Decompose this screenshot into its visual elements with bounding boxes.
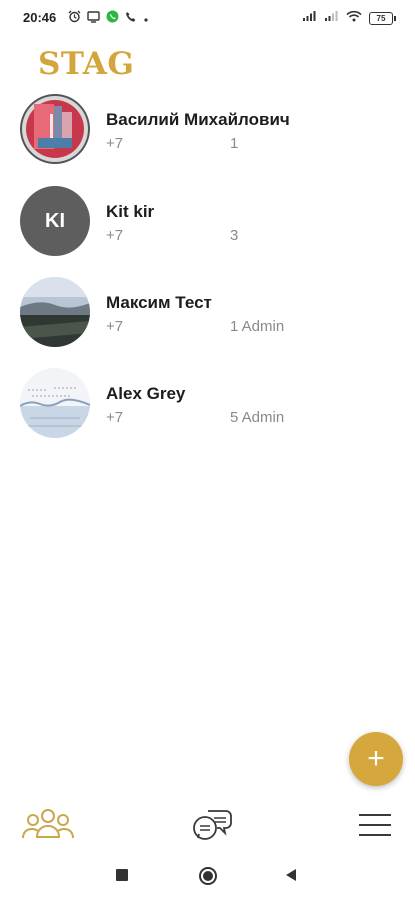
notification-dot-icon <box>143 10 149 28</box>
contact-name: Василий Михайлович <box>106 110 290 129</box>
contact-phone: +7 <box>106 227 124 244</box>
nav-menu[interactable] <box>350 795 400 855</box>
status-bar: 20:46 75 <box>0 0 415 36</box>
contact-name: Kit kir <box>106 202 155 221</box>
contact-meta: 1 <box>230 135 239 152</box>
signal-icon <box>324 9 339 27</box>
contact-name: Максим Тест <box>106 293 212 312</box>
home-icon[interactable] <box>198 866 218 886</box>
recent-apps-icon[interactable] <box>115 868 129 882</box>
list-item[interactable]: Alex Grey +7 5 Admin <box>0 368 415 444</box>
contact-meta: 3 <box>230 227 239 244</box>
app-title: STAG <box>38 46 135 82</box>
avatar <box>20 277 90 347</box>
contact-meta: 1 Admin <box>230 318 285 335</box>
system-nav <box>0 856 415 900</box>
nav-chats[interactable] <box>182 795 242 855</box>
status-time: 20:46 <box>23 10 57 25</box>
alarm-icon <box>68 10 81 28</box>
screen-cast-icon <box>87 10 100 28</box>
add-contact-button[interactable]: + <box>349 732 403 786</box>
contact-name: Alex Grey <box>106 384 186 403</box>
avatar <box>20 94 90 164</box>
contact-phone: +7 <box>106 409 124 426</box>
whatsapp-icon <box>106 10 119 28</box>
plus-icon: + <box>367 742 385 775</box>
list-item[interactable]: Максим Тест +7 1 Admin <box>0 277 415 353</box>
contact-phone: +7 <box>106 135 124 152</box>
menu-icon <box>359 814 391 836</box>
avatar: KI <box>20 186 90 256</box>
signal-icon <box>302 9 317 27</box>
list-item[interactable]: Василий Михайлович +7 1 <box>0 94 415 170</box>
list-item[interactable]: KI Kit kir +7 3 <box>0 186 415 262</box>
contact-phone: +7 <box>106 318 124 335</box>
back-icon[interactable] <box>284 868 298 882</box>
avatar <box>20 368 90 438</box>
bottom-nav <box>0 795 415 855</box>
wifi-icon <box>346 9 362 27</box>
contact-meta: 5 Admin <box>230 409 285 426</box>
battery-icon: 75 <box>369 11 396 25</box>
contacts-icon <box>22 809 74 839</box>
phone-icon <box>125 10 137 28</box>
chats-icon <box>193 810 232 840</box>
nav-contacts[interactable] <box>18 795 78 855</box>
